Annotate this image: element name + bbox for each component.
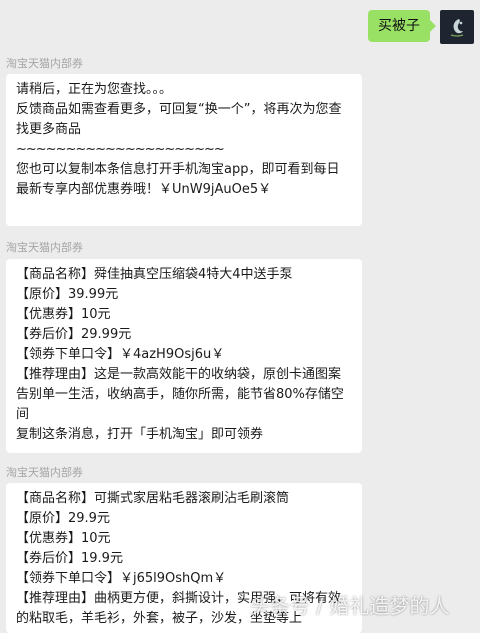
message-divider: ~~~~~~~~~~~~~~~~~~~~~ bbox=[16, 142, 225, 157]
message-line: 反馈商品如需查看更多，可回复“换一个”，将再次为您查找更多商品 bbox=[16, 102, 342, 137]
message-line: 【优惠券】10元 bbox=[16, 307, 111, 322]
message-sender-name: 淘宝天猫内部券 bbox=[6, 241, 83, 254]
message-line: 【领券下单口令】￥4azH9Osj6u￥ bbox=[16, 347, 225, 362]
message-line: 【券后价】29.99元 bbox=[16, 327, 132, 342]
incoming-message-bubble[interactable]: 【商品名称】舜佳抽真空压缩袋4特大4中送手泵 【原价】39.99元 【优惠券】1… bbox=[6, 259, 362, 453]
message-line: 【商品名称】可撕式家居粘毛器滚刷沾毛刷滚筒 bbox=[16, 491, 290, 506]
watermark-text: 头条号 / 婚礼造梦的人 bbox=[250, 594, 450, 618]
message-line: 请稍后，正在为您查找。。。 bbox=[16, 82, 173, 97]
message-sender-name: 淘宝天猫内部券 bbox=[6, 466, 83, 479]
message-line: 【优惠券】10元 bbox=[16, 531, 111, 546]
message-line: 【券后价】19.9元 bbox=[16, 551, 123, 566]
message-sender-name: 淘宝天猫内部券 bbox=[6, 57, 83, 70]
outgoing-message-bubble[interactable]: 买被子 bbox=[368, 10, 436, 42]
avatar-figure-icon bbox=[450, 19, 464, 37]
incoming-message-bubble[interactable]: 请稍后，正在为您查找。。。 反馈商品如需查看更多，可回复“换一个”，将再次为您查… bbox=[6, 74, 362, 226]
watermark: 头条号 / 婚礼造梦的人 bbox=[250, 590, 449, 619]
message-line: 【商品名称】舜佳抽真空压缩袋4特大4中送手泵 bbox=[16, 267, 293, 282]
message-line: 【推荐理由】这是一款高效能干的收纳袋，原创卡通图案告别单一生活，收纳高手，随你所… bbox=[16, 367, 344, 422]
message-line: 【原价】29.9元 bbox=[16, 511, 110, 526]
message-line: 【原价】39.99元 bbox=[16, 287, 119, 302]
message-line: 您也可以复制本条信息打开手机淘宝app，即可看到每日最新专享内部优惠券哦！￥Un… bbox=[16, 162, 340, 197]
user-avatar[interactable] bbox=[440, 10, 474, 44]
message-line: 复制这条消息，打开「手机淘宝」即可领券 bbox=[16, 427, 264, 442]
outgoing-message-row: 买被子 bbox=[368, 10, 474, 44]
message-line: 【领券下单口令】￥j65l9OshQm￥ bbox=[16, 571, 227, 586]
